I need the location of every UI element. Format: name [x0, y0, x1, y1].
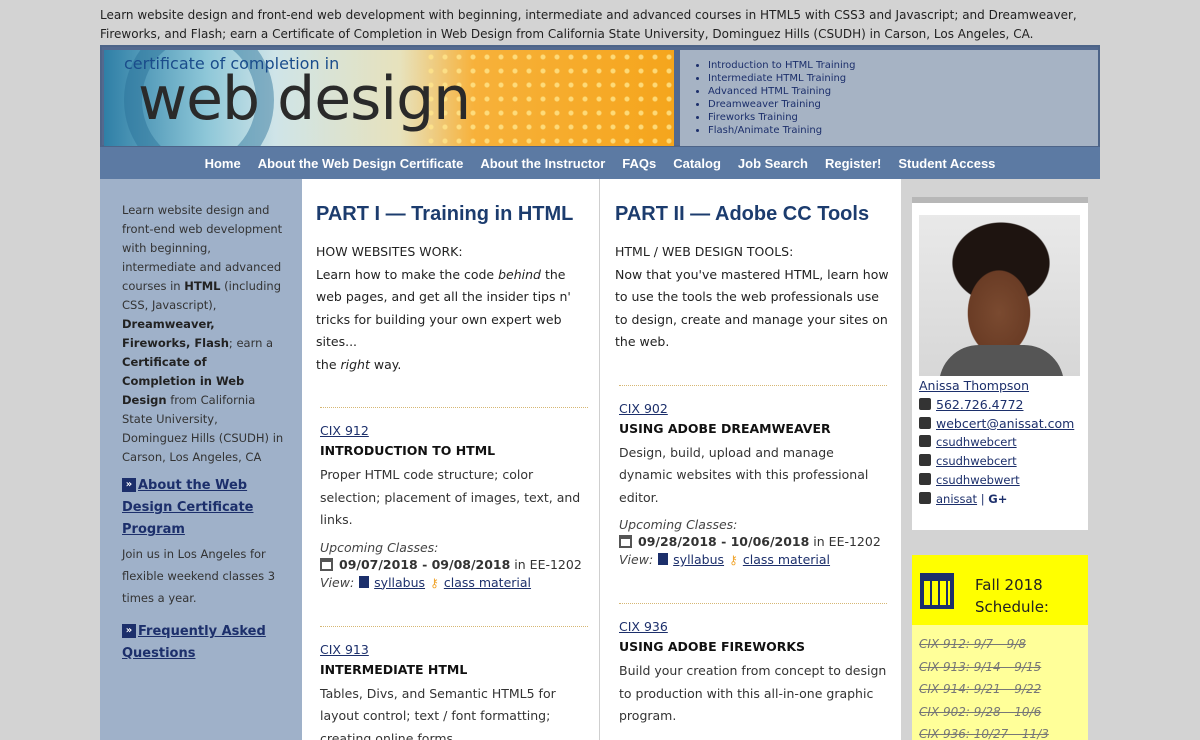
banner-logo-image[interactable]: certificate of completion in web design — [104, 50, 674, 146]
schedule-item: CIX 912: 9/7 – 9/8 — [919, 637, 1026, 651]
linkedin-icon — [919, 492, 931, 504]
double-chevron-right-icon: » — [122, 478, 136, 492]
course-name: USING ADOBE DREAMWEAVER — [619, 420, 831, 436]
banner-link-dreamweaver[interactable]: Dreamweaver Training — [708, 98, 1098, 111]
upcoming-label: Upcoming Classes: — [619, 517, 738, 532]
course-description: Design, build, upload and manage dynamic… — [619, 444, 869, 505]
phone-link[interactable]: 562.726.4772 — [936, 397, 1023, 412]
banner-course-links: Introduction to HTML Training Intermedia… — [680, 50, 1098, 146]
facebook-icon — [919, 435, 931, 447]
nav-catalog[interactable]: Catalog — [673, 156, 721, 171]
schedule-box: Fall 2018 Schedule: CIX 912: 9/7 – 9/8 CI… — [912, 555, 1088, 740]
upcoming-label: Upcoming Classes: — [320, 539, 439, 555]
right-sidebar: Anissa Thompson 562.726.4772 webcert@ani… — [901, 179, 1100, 740]
course-name: INTERMEDIATE HTML — [320, 661, 468, 677]
nav-home[interactable]: Home — [205, 156, 241, 171]
course-cix913: CIX 913 INTERMEDIATE HTML Tables, Divs, … — [320, 625, 588, 740]
phone-icon — [919, 398, 931, 410]
sidebar-certificate-note: Join us in Los Angeles for flexible week… — [122, 547, 276, 605]
key-icon: ⚷ — [430, 575, 439, 590]
schedule-list: CIX 912: 9/7 – 9/8 CIX 913: 9/14 – 9/15 … — [912, 625, 1088, 740]
course-cix936: CIX 936 USING ADOBE FIREWORKS Build your… — [619, 603, 887, 728]
part2-lead: HTML / WEB DESIGN TOOLS: Now that you've… — [615, 244, 889, 349]
class-material-link[interactable]: class material — [743, 552, 830, 567]
banner-title: web design — [138, 64, 471, 134]
banner-link-advanced-html[interactable]: Advanced HTML Training — [708, 85, 1098, 98]
nav-about-certificate[interactable]: About the Web Design Certificate — [258, 156, 464, 171]
calendar-icon — [920, 573, 954, 609]
course-cix902: CIX 902 USING ADOBE DREAMWEAVER Design, … — [619, 384, 887, 567]
nav-job-search[interactable]: Job Search — [738, 156, 808, 171]
banner-link-flash[interactable]: Flash/Animate Training — [708, 124, 1098, 137]
part2-heading: PART II — Adobe CC Tools — [615, 203, 870, 225]
banner-link-intermediate-html[interactable]: Intermediate HTML Training — [708, 72, 1098, 85]
page-frame: certificate of completion in web design … — [100, 45, 1100, 740]
instructor-name-link[interactable]: Anissa Thompson — [919, 378, 1029, 393]
schedule-title: Fall 2018 Schedule: — [975, 576, 1049, 616]
intro-text: Learn website design and front-end web d… — [100, 8, 1077, 41]
schedule-item: CIX 902: 9/28 – 10/6 — [919, 704, 1042, 719]
nav-student-access[interactable]: Student Access — [898, 156, 995, 171]
google-plus-icon[interactable]: G+ — [988, 492, 1007, 506]
part2-column: PART II — Adobe CC Tools HTML / WEB DESI… — [601, 179, 899, 740]
banner-link-fireworks[interactable]: Fireworks Training — [708, 111, 1098, 124]
view-links: View: syllabus ⚷ class material — [320, 574, 532, 590]
instructor-profile: Anissa Thompson 562.726.4772 webcert@ani… — [912, 197, 1088, 530]
sidebar-link-certificate[interactable]: » About the Web Design Certificate Progra… — [122, 475, 284, 541]
syllabus-link[interactable]: syllabus — [374, 575, 425, 590]
calendar-icon — [320, 557, 333, 571]
class-dates: 09/28/2018 - 10/06/2018 in EE-1202 — [619, 534, 887, 549]
course-cix912: CIX 912 INTRODUCTION TO HTML Proper HTML… — [320, 407, 588, 590]
syllabus-link[interactable]: syllabus — [673, 552, 724, 567]
book-icon — [658, 553, 669, 565]
course-code-link[interactable]: CIX 913 — [320, 642, 369, 657]
view-links: View: syllabus ⚷ class material — [619, 552, 831, 567]
linkedin-link[interactable]: anissat — [936, 492, 977, 506]
nav-faqs[interactable]: FAQs — [622, 156, 656, 171]
course-name: INTRODUCTION TO HTML — [320, 443, 496, 458]
nav-about-instructor[interactable]: About the Instructor — [480, 156, 605, 171]
schedule-item: CIX 936: 10/27 – 11/3 — [919, 727, 1049, 740]
twitter-icon — [919, 454, 931, 466]
schedule-item: CIX 914: 9/21 – 9/22 — [919, 682, 1042, 696]
key-icon: ⚷ — [729, 553, 738, 567]
class-dates: 09/07/2018 - 09/08/2018 in EE-1202 — [320, 557, 588, 572]
facebook-link[interactable]: csudhwebcert — [936, 435, 1017, 449]
instagram-icon — [919, 473, 931, 485]
left-sidebar: Learn website design and front-end web d… — [100, 179, 302, 740]
twitter-link[interactable]: csudhwebcert — [936, 454, 1017, 468]
book-icon — [359, 575, 370, 588]
course-code-link[interactable]: CIX 912 — [320, 423, 369, 438]
course-description: Proper HTML code structure; color select… — [320, 467, 581, 527]
part1-lead: HOW WEBSITES WORK: Learn how to make the… — [316, 244, 571, 372]
double-chevron-right-icon: » — [122, 624, 136, 638]
course-code-link[interactable]: CIX 902 — [619, 401, 668, 416]
course-description: Tables, Divs, and Semantic HTML5 for lay… — [320, 685, 556, 740]
class-material-link[interactable]: class material — [444, 575, 531, 590]
course-description: Build your creation from concept to desi… — [619, 663, 887, 723]
banner: certificate of completion in web design … — [100, 45, 1100, 147]
banner-link-intro-html[interactable]: Introduction to HTML Training — [708, 59, 1098, 72]
schedule-item: CIX 913: 9/14 – 9/15 — [919, 659, 1042, 674]
instagram-link[interactable]: csudhwebwert — [936, 473, 1020, 487]
envelope-icon — [919, 417, 931, 429]
part1-column: PART I — Training in HTML HOW WEBSITES W… — [302, 179, 600, 740]
email-link[interactable]: webcert@anissat.com — [936, 416, 1074, 431]
sidebar-link-faq[interactable]: » Frequently Asked Questions — [122, 621, 284, 665]
instructor-photo — [919, 215, 1080, 376]
sidebar-description: Learn website design and front-end web d… — [122, 203, 284, 464]
nav-register[interactable]: Register! — [825, 156, 881, 171]
main-nav: Home About the Web Design Certificate Ab… — [100, 147, 1100, 179]
course-name: USING ADOBE FIREWORKS — [619, 639, 806, 654]
course-code-link[interactable]: CIX 936 — [619, 619, 668, 634]
calendar-icon — [619, 535, 632, 548]
part1-heading: PART I — Training in HTML — [316, 203, 574, 225]
